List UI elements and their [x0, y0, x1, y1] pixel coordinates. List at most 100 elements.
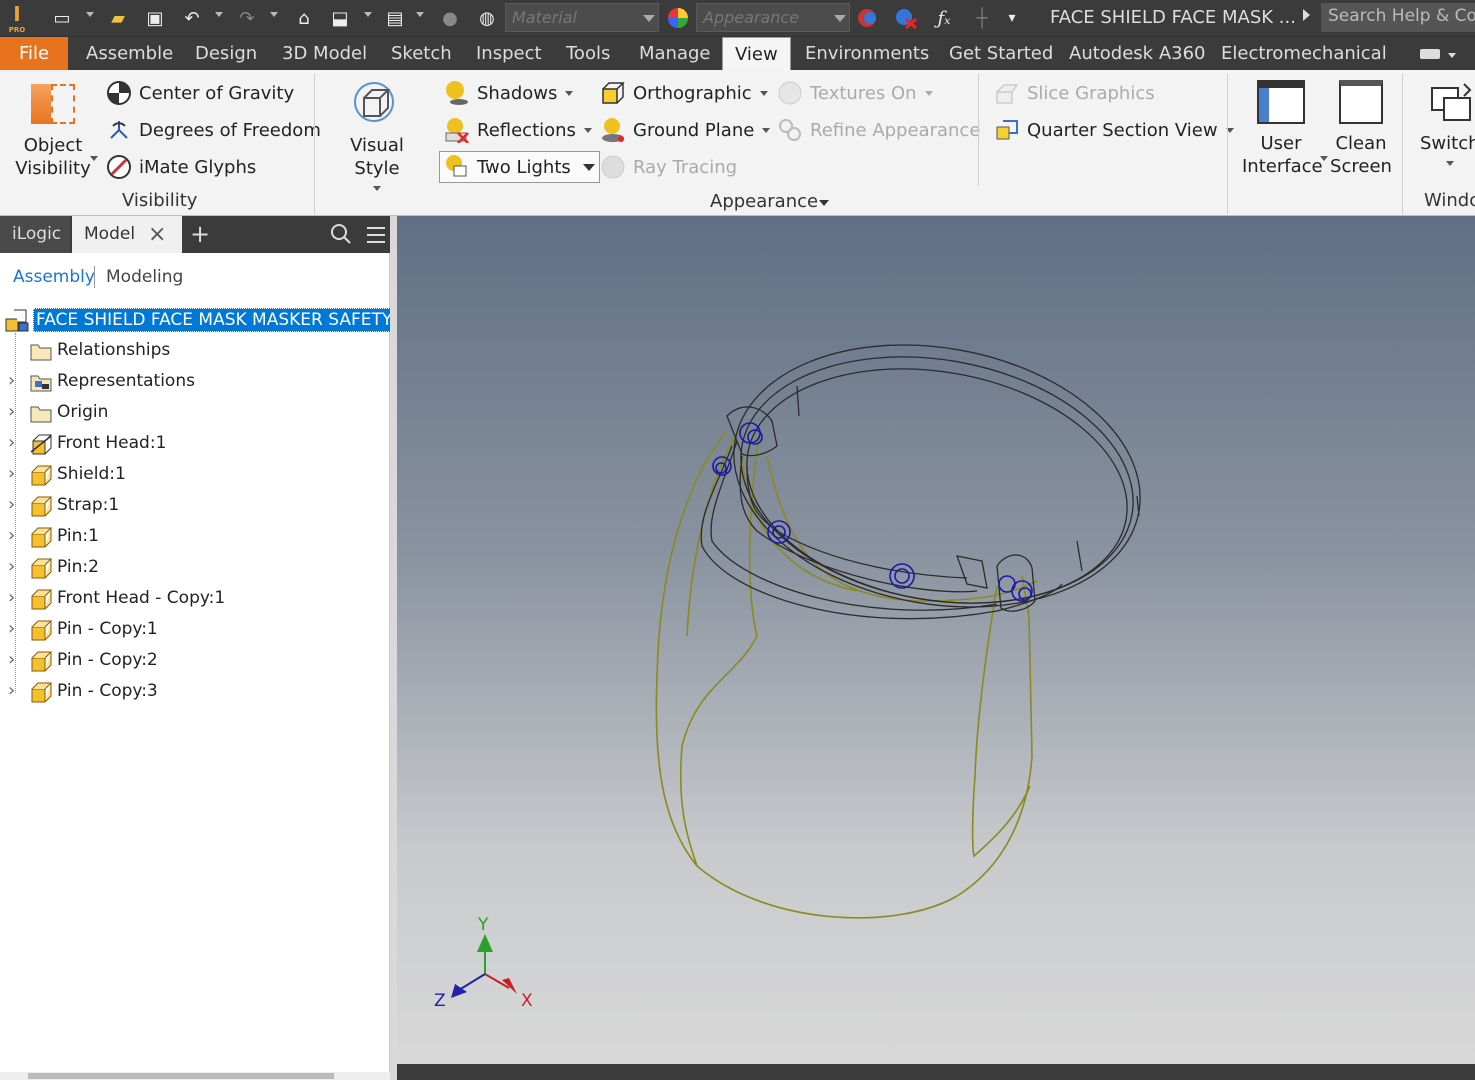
tab-electromechanical[interactable]: Electromechanical: [1209, 37, 1399, 71]
color-override-icon[interactable]: ●: [438, 6, 462, 30]
imate-glyphs-button[interactable]: iMate Glyphs: [106, 154, 256, 180]
tree-node[interactable]: › Pin:2: [0, 553, 390, 584]
expand-chevron-icon[interactable]: ›: [8, 370, 18, 391]
tab-tools[interactable]: Tools: [554, 37, 622, 71]
folder-icon: [29, 401, 53, 425]
close-icon[interactable]: ×: [148, 216, 166, 253]
tab-autodesk-a360[interactable]: Autodesk A360: [1057, 37, 1218, 71]
face-shield-model[interactable]: Y X Z: [397, 216, 1475, 1064]
expand-chevron-icon[interactable]: ›: [8, 494, 18, 515]
shadows-button[interactable]: Shadows: [444, 80, 574, 106]
graphics-viewport[interactable]: Y X Z: [397, 216, 1475, 1064]
home-icon[interactable]: ⌂: [292, 6, 316, 30]
orthographic-button[interactable]: Orthographic: [600, 80, 768, 106]
expand-chevron-icon[interactable]: ›: [8, 432, 18, 453]
adjust-appearance-icon[interactable]: [856, 6, 880, 30]
add-tab-icon[interactable]: +: [190, 220, 210, 248]
center-of-gravity-button[interactable]: Center of Gravity: [106, 80, 294, 106]
update-dropdown-icon[interactable]: [364, 12, 372, 17]
refine-appearance-button[interactable]: Refine Appearance: [777, 117, 980, 143]
menu-icon[interactable]: [366, 226, 386, 249]
ribbon-display-icon[interactable]: [1420, 49, 1440, 59]
textures-on-button[interactable]: Textures On: [777, 80, 933, 106]
splitter[interactable]: [390, 216, 397, 1080]
save-icon[interactable]: ▣: [143, 6, 167, 30]
quarter-section-view-button[interactable]: Quarter Section View: [994, 117, 1234, 143]
ground-plane-button[interactable]: Ground Plane: [600, 117, 771, 143]
user-interface-dropdown-icon[interactable]: [1320, 156, 1328, 161]
scrollbar-thumb[interactable]: [28, 1073, 334, 1079]
tab-ilogic[interactable]: iLogic: [0, 216, 70, 253]
tree-node[interactable]: › Pin - Copy:2: [0, 646, 390, 677]
tab-model[interactable]: Model ×: [72, 216, 182, 253]
expand-chevron-icon[interactable]: ›: [8, 649, 18, 670]
tab-view[interactable]: View: [722, 37, 791, 71]
slice-graphics-button[interactable]: Slice Graphics: [994, 80, 1155, 106]
tree-node[interactable]: › Representations: [0, 367, 390, 398]
ribbon-options-dropdown-icon[interactable]: [1448, 53, 1456, 58]
tab-get-started[interactable]: Get Started: [937, 37, 1065, 71]
clean-screen-button[interactable]: Clean Screen: [1330, 80, 1392, 178]
measure-icon[interactable]: ┼: [970, 6, 994, 30]
user-interface-button[interactable]: User Interface: [1242, 80, 1323, 178]
tree-node[interactable]: › Pin:1: [0, 522, 390, 553]
tree-node[interactable]: › Pin - Copy:1: [0, 615, 390, 646]
new-dropdown-icon[interactable]: [86, 12, 94, 17]
redo-icon[interactable]: ↷: [235, 6, 259, 30]
inventor-logo-icon[interactable]: I PRO: [6, 2, 28, 34]
degrees-of-freedom-button[interactable]: Degrees of Freedom: [106, 117, 321, 143]
tab-file[interactable]: File: [0, 37, 68, 71]
appearance-panel-label: Appearance: [710, 191, 819, 212]
update-icon[interactable]: ⬓: [328, 6, 352, 30]
ray-tracing-button[interactable]: Ray Tracing: [600, 154, 737, 180]
customize-qat-icon[interactable]: ▾: [1000, 6, 1024, 30]
browser-scrollbar[interactable]: [0, 1072, 390, 1080]
redo-dropdown-icon[interactable]: [270, 12, 278, 17]
tab-assemble[interactable]: Assemble: [74, 37, 185, 71]
material-combo[interactable]: Material: [505, 3, 659, 32]
object-visibility-button[interactable]: Object Visibility: [14, 80, 92, 180]
tree-node[interactable]: › Front Head:1: [0, 429, 390, 460]
tree-node[interactable]: › Shield:1: [0, 460, 390, 491]
select-icon[interactable]: ▤: [383, 6, 407, 30]
select-dropdown-icon[interactable]: [416, 12, 424, 17]
expand-chevron-icon[interactable]: ›: [8, 525, 18, 546]
tree-node[interactable]: › Front Head - Copy:1: [0, 584, 390, 615]
undo-dropdown-icon[interactable]: [215, 12, 223, 17]
visibility-panel-label: Visibility: [122, 190, 198, 211]
tab-3d-model[interactable]: 3D Model: [270, 37, 379, 71]
appearance-ball-icon[interactable]: ◍: [475, 6, 499, 30]
switch-window-button[interactable]: Switch: [1420, 80, 1475, 166]
tab-environments[interactable]: Environments: [793, 37, 941, 71]
undo-icon[interactable]: ↶: [180, 6, 204, 30]
tab-inspect[interactable]: Inspect: [464, 37, 554, 71]
tab-sketch[interactable]: Sketch: [379, 37, 464, 71]
tree-node[interactable]: › Strap:1: [0, 491, 390, 522]
clear-appearance-icon[interactable]: [894, 6, 918, 30]
expand-chevron-icon[interactable]: ›: [8, 618, 18, 639]
tab-design[interactable]: Design: [183, 37, 269, 71]
subtab-assembly[interactable]: Assembly: [13, 267, 95, 287]
expand-chevron-icon[interactable]: ›: [8, 587, 18, 608]
color-wheel-icon[interactable]: [666, 6, 690, 30]
appearance-combo[interactable]: Appearance: [696, 3, 850, 32]
tree-node[interactable]: › Origin: [0, 398, 390, 429]
visual-style-button[interactable]: Visual Style: [328, 80, 426, 191]
object-visibility-dropdown-icon[interactable]: [90, 156, 98, 161]
new-file-icon[interactable]: ▭: [50, 6, 74, 30]
tree-node[interactable]: Relationships: [0, 336, 390, 367]
two-lights-select[interactable]: Two Lights: [439, 151, 600, 183]
expand-chevron-icon[interactable]: ›: [8, 463, 18, 484]
reflections-button[interactable]: Reflections: [444, 117, 592, 143]
expand-chevron-icon[interactable]: ›: [8, 680, 18, 701]
appearance-panel-dropdown-icon[interactable]: [819, 200, 829, 206]
subtab-modeling[interactable]: Modeling: [106, 267, 183, 287]
tab-manage[interactable]: Manage: [627, 37, 723, 71]
fx-parameters-icon[interactable]: ƒₓ: [932, 6, 956, 30]
expand-chevron-icon[interactable]: ›: [8, 401, 18, 422]
open-folder-icon[interactable]: ▰: [106, 6, 130, 30]
expand-chevron-icon[interactable]: ›: [8, 556, 18, 577]
help-search-input[interactable]: Search Help & Co: [1321, 3, 1475, 32]
search-icon[interactable]: [330, 223, 352, 250]
tree-node[interactable]: › Pin - Copy:3: [0, 677, 390, 708]
